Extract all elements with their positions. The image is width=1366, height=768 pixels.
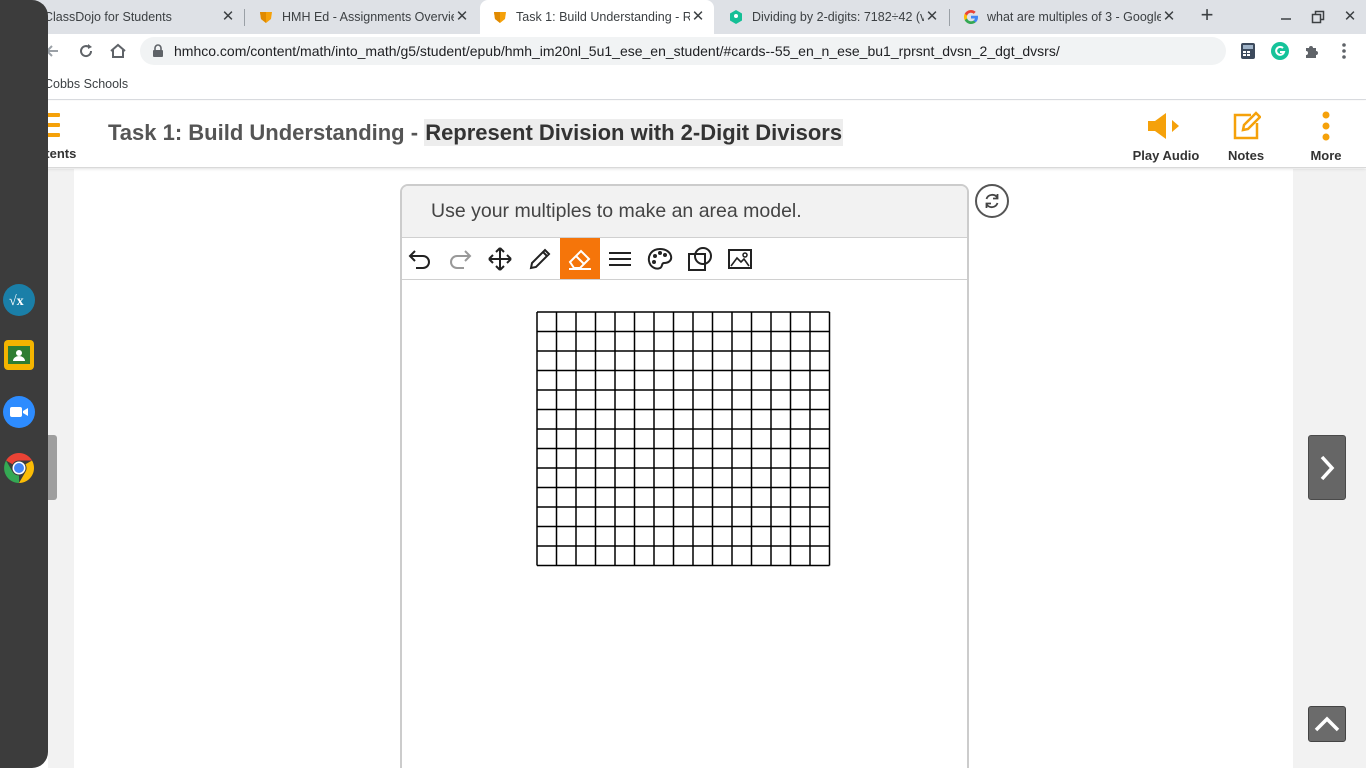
address-bar[interactable]: hmhco.com/content/math/into_math/g5/stud… bbox=[140, 37, 1226, 65]
page-title-lesson: Represent Division with 2-Digit Divisors bbox=[424, 119, 844, 146]
hmh-icon bbox=[258, 9, 274, 25]
browser-tab-task1[interactable]: Task 1: Build Understanding - Represent … bbox=[480, 0, 714, 34]
url-text: hmhco.com/content/math/into_math/g5/stud… bbox=[174, 43, 1060, 59]
browser-tab-title: ClassDojo for Students bbox=[44, 10, 172, 24]
area-model-grid bbox=[536, 311, 831, 567]
more-label: More bbox=[1310, 148, 1342, 163]
calculator-extension-icon[interactable] bbox=[1238, 41, 1258, 61]
close-tab-icon[interactable]: ✕ bbox=[924, 9, 940, 25]
tab-divider bbox=[244, 9, 245, 26]
browser-toolbar: hmhco.com/content/math/into_math/g5/stud… bbox=[0, 34, 1366, 68]
drawing-toolbar bbox=[402, 238, 967, 280]
khan-academy-icon bbox=[728, 9, 744, 25]
restore-window-icon[interactable] bbox=[1307, 6, 1329, 28]
notes-label: Notes bbox=[1227, 148, 1265, 163]
eraser-icon[interactable] bbox=[560, 238, 600, 279]
close-tab-icon[interactable]: ✕ bbox=[220, 9, 236, 25]
drawing-activity-card: Use your multiples to make an area model… bbox=[400, 184, 969, 768]
scroll-to-top-button[interactable] bbox=[1308, 706, 1346, 742]
hmh-icon bbox=[492, 9, 508, 25]
grammarly-extension-icon[interactable] bbox=[1270, 41, 1290, 61]
minimize-icon[interactable] bbox=[1275, 6, 1297, 28]
close-window-icon[interactable]: ✕ bbox=[1339, 6, 1361, 28]
palette-icon[interactable] bbox=[640, 238, 680, 279]
browser-tab-title: HMH Ed - Assignments Overview bbox=[282, 10, 454, 24]
drawing-canvas[interactable] bbox=[402, 282, 967, 768]
browser-tab-google-search[interactable]: what are multiples of 3 - Google Search … bbox=[951, 0, 1185, 34]
tab-divider bbox=[949, 9, 950, 26]
svg-text:√x: √x bbox=[9, 294, 24, 309]
pencil-icon[interactable] bbox=[520, 238, 560, 279]
browser-menu-icon[interactable] bbox=[1334, 41, 1354, 61]
bookmark-link[interactable]: Cobbs Schools bbox=[44, 68, 128, 100]
close-tab-icon[interactable]: ✕ bbox=[454, 9, 470, 25]
browser-tab-title: what are multiples of 3 - Google Search bbox=[987, 10, 1161, 24]
undo-icon[interactable] bbox=[402, 238, 440, 279]
chevron-up-icon bbox=[1314, 716, 1340, 732]
line-width-icon[interactable] bbox=[600, 238, 640, 279]
activity-prompt: Use your multiples to make an area model… bbox=[402, 186, 967, 238]
page-title-prefix: Task 1: Build Understanding - bbox=[108, 120, 425, 145]
notes-button[interactable]: Notes bbox=[1206, 111, 1286, 166]
browser-tab-title: Task 1: Build Understanding - Represent bbox=[516, 10, 690, 24]
chrome-app-icon[interactable] bbox=[3, 452, 35, 484]
more-vertical-icon bbox=[1286, 111, 1366, 141]
redo-icon[interactable] bbox=[440, 238, 480, 279]
image-icon[interactable] bbox=[720, 238, 760, 279]
more-button[interactable]: More bbox=[1286, 111, 1366, 166]
shapes-icon[interactable] bbox=[680, 238, 720, 279]
move-icon[interactable] bbox=[480, 238, 520, 279]
next-page-button[interactable] bbox=[1308, 435, 1346, 500]
google-icon bbox=[963, 9, 979, 25]
google-classroom-icon[interactable] bbox=[4, 340, 34, 370]
browser-tab-hmh-assignments[interactable]: HMH Ed - Assignments Overview ✕ bbox=[246, 0, 478, 34]
home-icon[interactable] bbox=[106, 39, 130, 63]
speaker-icon bbox=[1126, 111, 1206, 141]
browser-tab-title: Dividing by 2-digits: 7182÷42 (video) bbox=[752, 10, 924, 24]
os-shelf: √x bbox=[0, 0, 48, 768]
extensions-puzzle-icon[interactable] bbox=[1302, 41, 1322, 61]
reload-icon[interactable] bbox=[74, 39, 98, 63]
desmos-app-icon[interactable]: √x bbox=[3, 284, 35, 316]
browser-tab-strip: ClassDojo for Students ✕ HMH Ed - Assign… bbox=[0, 0, 1366, 34]
play-audio-button[interactable]: Play Audio bbox=[1126, 111, 1206, 166]
lock-icon bbox=[152, 44, 164, 63]
bookmarks-bar: Cobbs Schools bbox=[0, 68, 1366, 100]
shelf-handle[interactable] bbox=[48, 435, 57, 500]
chevron-right-icon bbox=[1320, 455, 1335, 480]
zoom-app-icon[interactable] bbox=[3, 396, 35, 428]
new-tab-icon[interactable]: + bbox=[1196, 4, 1218, 27]
close-tab-icon[interactable]: ✕ bbox=[690, 9, 706, 25]
page-title: Task 1: Build Understanding - Represent … bbox=[108, 119, 844, 146]
lesson-header: Contents Task 1: Build Understanding - R… bbox=[0, 101, 1366, 168]
notes-edit-icon bbox=[1206, 111, 1286, 141]
reset-icon[interactable] bbox=[975, 184, 1009, 218]
close-tab-icon[interactable]: ✕ bbox=[1161, 9, 1177, 25]
browser-tab-khan-video[interactable]: Dividing by 2-digits: 7182÷42 (video) ✕ bbox=[716, 0, 948, 34]
play-audio-label: Play Audio bbox=[1132, 148, 1200, 163]
